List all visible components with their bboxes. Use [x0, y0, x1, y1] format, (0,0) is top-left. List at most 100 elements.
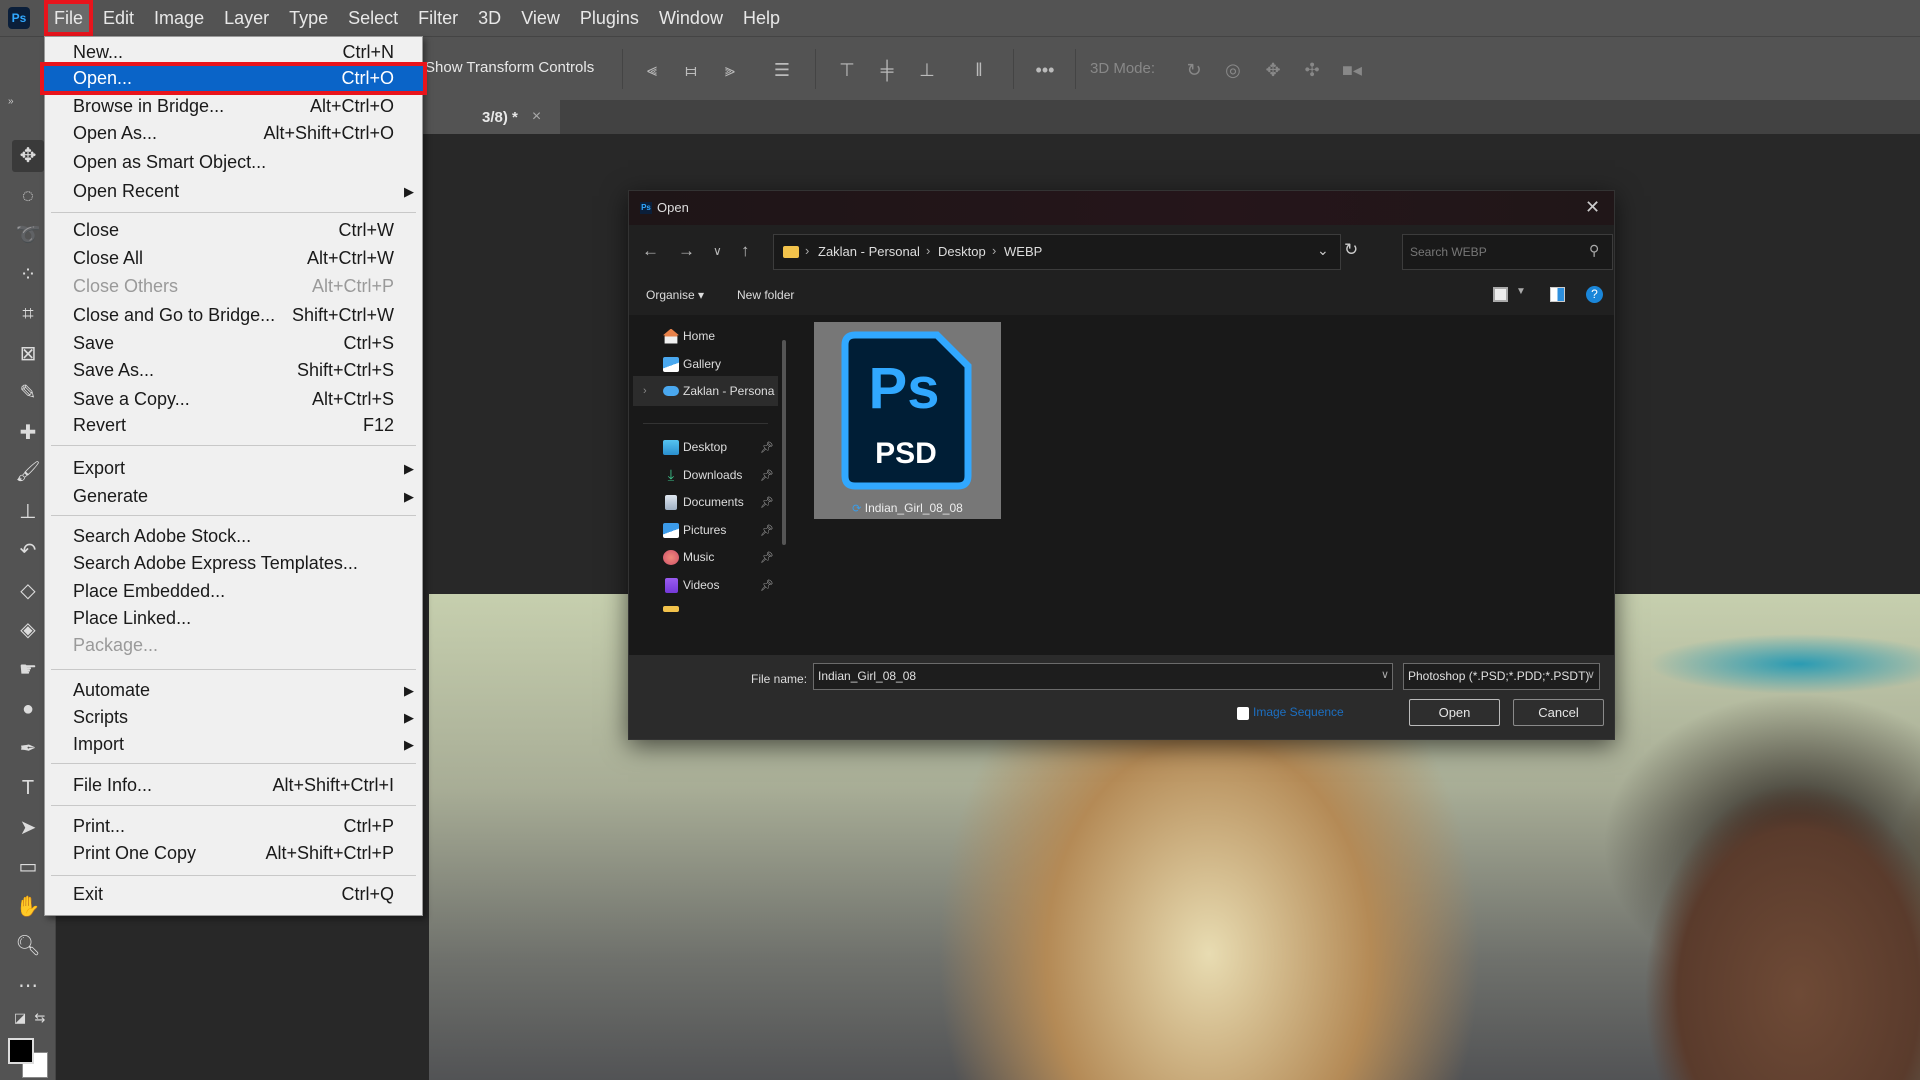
zoom-tool-icon[interactable]: 🔍︎: [12, 930, 44, 962]
more-options-icon[interactable]: •••: [1033, 59, 1057, 81]
menu-image[interactable]: Image: [144, 0, 214, 36]
menu-item-generate[interactable]: Generate ▶: [45, 483, 422, 510]
3d-orbit-icon[interactable]: ↻: [1183, 59, 1205, 81]
align-top-icon[interactable]: ⊤: [836, 59, 858, 81]
show-transform-controls-checkbox[interactable]: Show Transform Controls: [425, 59, 594, 76]
menu-item-new[interactable]: New... Ctrl+N: [45, 39, 422, 66]
nav-item-music[interactable]: Music 📌︎: [629, 542, 779, 572]
hand-tool-icon[interactable]: ✋: [12, 891, 44, 923]
preview-pane-icon[interactable]: [1550, 287, 1565, 302]
menu-item-file-info[interactable]: File Info... Alt+Shift+Ctrl+I: [45, 772, 422, 799]
align-left-icon[interactable]: ⫷: [641, 59, 663, 81]
nav-item-home[interactable]: Home: [629, 321, 779, 351]
view-options-dropdown-icon[interactable]: ▼: [1516, 286, 1526, 297]
image-sequence-checkbox[interactable]: [1237, 707, 1249, 720]
menu-filter[interactable]: Filter: [408, 0, 468, 36]
nav-item-documents[interactable]: Documents 📌︎: [629, 487, 779, 517]
file-type-select[interactable]: Photoshop (*.PSD;*.PDD;*.PSDT): [1403, 663, 1600, 690]
organise-button[interactable]: Organise ▾: [646, 288, 704, 302]
menu-file[interactable]: File: [44, 0, 94, 36]
clone-stamp-tool-icon[interactable]: ⊥: [12, 496, 44, 528]
expand-chevron-icon[interactable]: ›: [643, 385, 647, 397]
search-input[interactable]: Search WEBP ⚲: [1402, 234, 1613, 270]
pin-icon[interactable]: 📌︎: [760, 579, 774, 592]
up-arrow-icon[interactable]: ↑: [741, 241, 750, 261]
change-view-icon[interactable]: [1493, 287, 1508, 302]
quick-selection-tool-icon[interactable]: ⁘: [12, 259, 44, 291]
collapse-panel-icon[interactable]: »: [8, 96, 14, 107]
breadcrumb-zaklan-personal[interactable]: Zaklan - Personal: [818, 244, 920, 259]
file-item-indian-girl[interactable]: Ps PSD ⟳ Indian_Girl_08_08: [814, 322, 1001, 519]
menu-item-import[interactable]: Import ▶: [45, 731, 422, 758]
smudge-tool-icon[interactable]: ☛: [12, 654, 44, 686]
path-selection-tool-icon[interactable]: ➤: [12, 812, 44, 844]
pin-icon[interactable]: 📌︎: [760, 524, 774, 537]
recent-locations-chevron-icon[interactable]: ∨: [713, 244, 722, 258]
menu-item-open-as[interactable]: Open As... Alt+Shift+Ctrl+O: [45, 120, 422, 147]
cancel-button[interactable]: Cancel: [1513, 699, 1604, 726]
align-vertical-center-icon[interactable]: ╪: [876, 59, 898, 81]
nav-item-gallery[interactable]: Gallery: [629, 349, 779, 379]
nav-item-partial[interactable]: [629, 600, 779, 612]
menu-item-export[interactable]: Export ▶: [45, 455, 422, 482]
paint-bucket-tool-icon[interactable]: ◈: [12, 614, 44, 646]
menu-item-exit[interactable]: Exit Ctrl+Q: [45, 881, 422, 908]
menu-item-place-embedded[interactable]: Place Embedded...: [45, 578, 422, 605]
menu-item-print[interactable]: Print... Ctrl+P: [45, 813, 422, 840]
rectangle-tool-icon[interactable]: ▭: [12, 851, 44, 883]
menu-window[interactable]: Window: [649, 0, 733, 36]
file-name-dropdown-icon[interactable]: ∨: [1381, 668, 1389, 681]
pin-icon[interactable]: 📌︎: [760, 551, 774, 564]
menu-item-place-linked[interactable]: Place Linked...: [45, 605, 422, 632]
forward-arrow-icon[interactable]: →: [678, 241, 695, 261]
3d-pan-icon[interactable]: ✥: [1262, 59, 1284, 81]
eyedropper-tool-icon[interactable]: ✎: [12, 377, 44, 409]
help-icon[interactable]: ?: [1586, 286, 1603, 303]
eraser-tool-icon[interactable]: ◇: [12, 575, 44, 607]
file-type-dropdown-icon[interactable]: ∨: [1587, 668, 1595, 681]
edit-toolbar-icon[interactable]: ⋯: [12, 970, 44, 1002]
align-bottom-icon[interactable]: ⊥: [916, 59, 938, 81]
swap-colors-icon[interactable]: ⇆: [24, 1002, 56, 1034]
3d-camera-icon[interactable]: ■◂: [1341, 59, 1363, 81]
close-dialog-icon[interactable]: ✕: [1585, 197, 1600, 218]
type-tool-icon[interactable]: T: [12, 772, 44, 804]
menu-item-revert[interactable]: Revert F12: [45, 412, 422, 439]
nav-item-desktop[interactable]: Desktop 📌︎: [629, 432, 779, 462]
menu-plugins[interactable]: Plugins: [570, 0, 649, 36]
healing-brush-tool-icon[interactable]: ✚: [12, 417, 44, 449]
brush-tool-icon[interactable]: 🖌: [12, 456, 44, 488]
menu-item-open[interactable]: Open... Ctrl+O: [40, 62, 427, 95]
breadcrumb-desktop[interactable]: Desktop: [938, 244, 986, 259]
menu-item-close-all[interactable]: Close All Alt+Ctrl+W: [45, 245, 422, 272]
frame-tool-icon[interactable]: ⊠: [12, 338, 44, 370]
pin-icon[interactable]: 📌︎: [760, 496, 774, 509]
distribute-vertical-icon[interactable]: ☰: [771, 59, 793, 81]
open-button[interactable]: Open: [1409, 699, 1500, 726]
menu-item-scripts[interactable]: Scripts ▶: [45, 704, 422, 731]
menu-item-browse-in-bridge[interactable]: Browse in Bridge... Alt+Ctrl+O: [45, 93, 422, 120]
back-arrow-icon[interactable]: ←: [642, 241, 659, 261]
address-history-chevron-icon[interactable]: ⌄: [1317, 242, 1329, 259]
dodge-tool-icon[interactable]: ●: [12, 693, 44, 725]
move-tool-icon[interactable]: ✥: [12, 140, 44, 172]
menu-item-search-adobe-stock[interactable]: Search Adobe Stock...: [45, 523, 422, 550]
close-tab-icon[interactable]: ×: [532, 108, 541, 126]
menu-type[interactable]: Type: [279, 0, 338, 36]
crop-tool-icon[interactable]: ⌗: [12, 298, 44, 330]
align-right-icon[interactable]: ⫸: [719, 59, 741, 81]
image-sequence-label[interactable]: Image Sequence: [1253, 705, 1344, 719]
align-horizontal-center-icon[interactable]: ⧦: [680, 59, 702, 81]
file-name-input[interactable]: Indian_Girl_08_08: [813, 663, 1393, 690]
menu-3d[interactable]: 3D: [468, 0, 511, 36]
menu-layer[interactable]: Layer: [214, 0, 279, 36]
distribute-horizontal-icon[interactable]: ‖: [968, 59, 990, 81]
nav-pane-scrollbar[interactable]: [782, 340, 786, 545]
menu-item-open-smart-object[interactable]: Open as Smart Object...: [45, 149, 422, 176]
menu-item-search-adobe-express[interactable]: Search Adobe Express Templates...: [45, 550, 422, 577]
lasso-tool-icon[interactable]: ➰: [12, 219, 44, 251]
3d-slide-icon[interactable]: ✣: [1301, 59, 1323, 81]
menu-item-save-a-copy[interactable]: Save a Copy... Alt+Ctrl+S: [45, 386, 422, 413]
nav-item-videos[interactable]: Videos 📌︎: [629, 570, 779, 600]
pin-icon[interactable]: 📌︎: [760, 469, 774, 482]
